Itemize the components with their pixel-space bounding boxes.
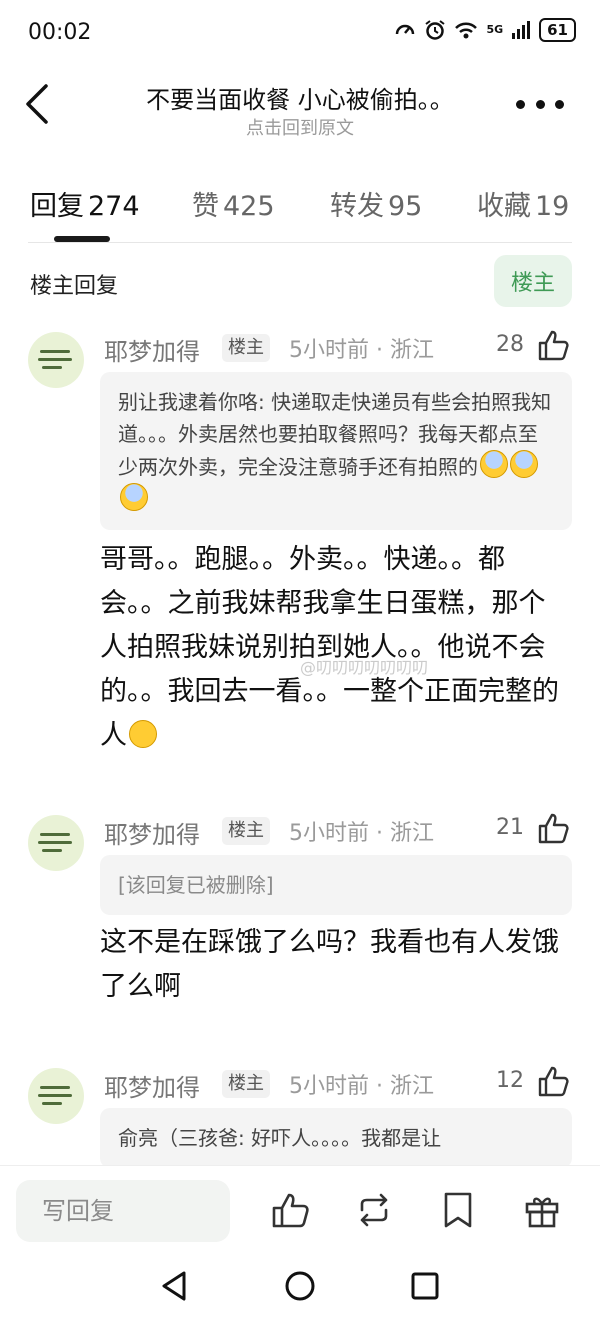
tab-label: 收藏 xyxy=(477,191,531,222)
bottom-action-bar: 写回复 xyxy=(0,1165,600,1256)
nav-home-icon[interactable] xyxy=(283,1269,317,1303)
op-badge: 楼主 xyxy=(222,1070,270,1098)
bookmark-icon[interactable] xyxy=(438,1190,478,1230)
tab-count: 95 xyxy=(388,191,423,222)
like-icon[interactable] xyxy=(270,1190,310,1230)
watermark: @叨叨叨叨叨叨叨 xyxy=(300,658,429,677)
signal-icon xyxy=(512,21,531,39)
tab-favorites[interactable]: 收藏 19 xyxy=(477,184,577,223)
tab-count: 425 xyxy=(223,191,275,222)
quoted-reply[interactable]: 别让我逮着你咯: 快递取走快递员有些会拍照我知道。。。外卖居然也要拍取餐照吗？我… xyxy=(100,372,572,530)
reply-input[interactable]: 写回复 xyxy=(16,1180,230,1242)
section-title: 楼主回复 xyxy=(30,274,119,299)
network-type: 5G xyxy=(486,23,504,36)
speed-icon xyxy=(396,24,415,35)
op-badge: 楼主 xyxy=(222,334,270,362)
comment-author[interactable]: 耶梦加得 xyxy=(104,332,200,367)
comment-meta: 5小时前 · 浙江 xyxy=(289,1074,434,1099)
avatar[interactable] xyxy=(28,1068,84,1124)
deleted-reply-notice: [该回复已被删除] xyxy=(100,855,572,915)
wifi-icon xyxy=(455,22,478,39)
shocked-emoji-icon xyxy=(510,450,538,478)
tab-reposts[interactable]: 转发 95 xyxy=(330,184,422,223)
system-nav-bar xyxy=(0,1255,600,1323)
comment-meta: 5小时前 · 浙江 xyxy=(289,338,434,363)
status-bar: 00:02 5G 61 xyxy=(0,0,600,68)
tab-likes[interactable]: 赞 425 xyxy=(192,184,275,223)
like-count: 12 xyxy=(496,1068,524,1093)
divider xyxy=(28,242,572,243)
comment-author[interactable]: 耶梦加得 xyxy=(104,1068,200,1103)
back-to-original-link[interactable]: 点击回到原文 xyxy=(90,114,510,140)
tab-replies[interactable]: 回复 274 xyxy=(30,184,140,223)
tab-label: 转发 xyxy=(330,191,384,222)
nav-header: 不要当面收餐 小心被偷拍。。 点击回到原文 xyxy=(0,68,600,148)
battery-indicator: 61 xyxy=(539,18,576,42)
avatar[interactable] xyxy=(28,815,84,871)
alarm-icon xyxy=(425,20,446,40)
like-icon[interactable] xyxy=(536,1064,570,1098)
page-title: 不要当面收餐 小心被偷拍。。 xyxy=(146,86,454,114)
comment-meta: 5小时前 · 浙江 xyxy=(289,821,434,846)
comment-body: 这不是在踩饿了么吗？我看也有人发饿了么啊 xyxy=(100,927,559,1002)
avatar[interactable] xyxy=(28,332,84,388)
tab-count: 274 xyxy=(88,191,140,222)
tab-label: 回复 xyxy=(30,191,84,222)
tab-count: 19 xyxy=(535,191,570,222)
tab-bar: 回复 274 赞 425 转发 95 收藏 19 xyxy=(0,178,600,244)
like-icon[interactable] xyxy=(536,811,570,845)
op-filter-button[interactable]: 楼主 xyxy=(494,255,572,307)
like-count: 28 xyxy=(496,332,524,357)
status-icons: 5G 61 xyxy=(394,18,576,42)
comment-body: 哥哥。。跑腿。。外卖。。快递。。都会。。之前我妹帮我拿生日蛋糕，那个人拍照我妹说… xyxy=(100,538,572,758)
tab-label: 赞 xyxy=(192,191,219,222)
shocked-emoji-icon xyxy=(480,450,508,478)
nav-back-icon[interactable] xyxy=(158,1269,192,1303)
nav-recents-icon[interactable] xyxy=(408,1269,442,1303)
op-badge: 楼主 xyxy=(222,817,270,845)
shocked-emoji-icon xyxy=(120,483,148,511)
back-icon[interactable] xyxy=(22,82,56,126)
gift-icon[interactable] xyxy=(522,1190,562,1230)
comment-text: 哥哥。。跑腿。。外卖。。快递。。都会。。之前我妹帮我拿生日蛋糕，那个人拍照我妹说… xyxy=(100,544,559,751)
repost-icon[interactable] xyxy=(354,1190,394,1230)
like-count: 21 xyxy=(496,815,524,840)
comment-author[interactable]: 耶梦加得 xyxy=(104,815,200,850)
like-icon[interactable] xyxy=(536,328,570,362)
sad-sweat-emoji-icon xyxy=(129,720,157,748)
quoted-reply[interactable]: 俞亮（三孩爸: 好吓人。。。。我都是让 xyxy=(100,1108,572,1168)
status-time: 00:02 xyxy=(28,20,92,45)
more-icon[interactable] xyxy=(516,90,564,118)
